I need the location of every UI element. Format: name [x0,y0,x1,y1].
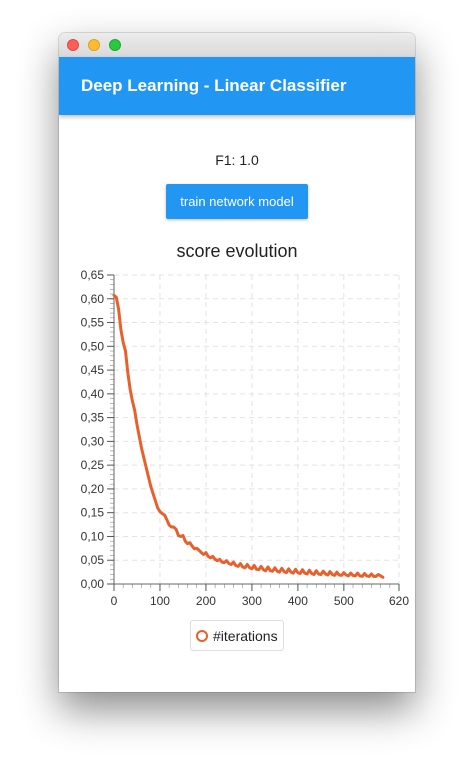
app-title: Deep Learning - Linear Classifier [81,76,347,95]
x-tick-label: 500 [334,594,354,608]
x-tick-label: 620 [389,594,409,608]
y-tick-label: 0,15 [81,506,105,520]
y-tick-label: 0,30 [81,434,105,448]
legend-label: #iterations [213,627,278,644]
maximize-window-button[interactable] [109,39,121,51]
x-tick-label: 200 [196,594,216,608]
train-network-button[interactable]: train network model [166,184,308,219]
y-tick-label: 0,65 [81,268,105,282]
score-evolution-chart: 0,00 0,05 0,10 0,15 0,20 0,25 0,30 0,35 0,40 0,45… [81,268,410,608]
chart-legend[interactable]: #iterations [190,620,284,651]
y-tick-label: 0,45 [81,363,105,377]
y-tick-label: 0,55 [81,316,105,330]
y-tick-label: 0,05 [81,553,105,567]
app-window: Deep Learning - Linear Classifier F1: 1.… [59,33,415,692]
x-tick-label: 300 [242,594,262,608]
y-tick-label: 0,00 [81,577,105,591]
y-tick-label: 0,60 [81,292,105,306]
f1-score-label: F1: 1.0 [215,152,259,168]
y-tick-label: 0,40 [81,387,105,401]
chart-title: score evolution [176,241,298,261]
x-tick-label: 0 [111,594,118,608]
title-bar [59,33,415,58]
legend-marker-icon [196,629,208,642]
y-tick-label: 0,25 [81,458,105,472]
y-tick-label: 0,10 [81,529,105,543]
minimize-window-button[interactable] [88,39,100,51]
y-tick-label: 0,35 [81,411,105,425]
y-tick-label: 0,50 [81,339,105,353]
x-tick-label: 400 [288,594,308,608]
y-tick-label: 0,20 [81,482,105,496]
app-bar: Deep Learning - Linear Classifier [59,57,415,115]
close-window-button[interactable] [67,39,79,51]
series-line-iterations [112,293,385,579]
x-tick-label: 100 [150,594,170,608]
